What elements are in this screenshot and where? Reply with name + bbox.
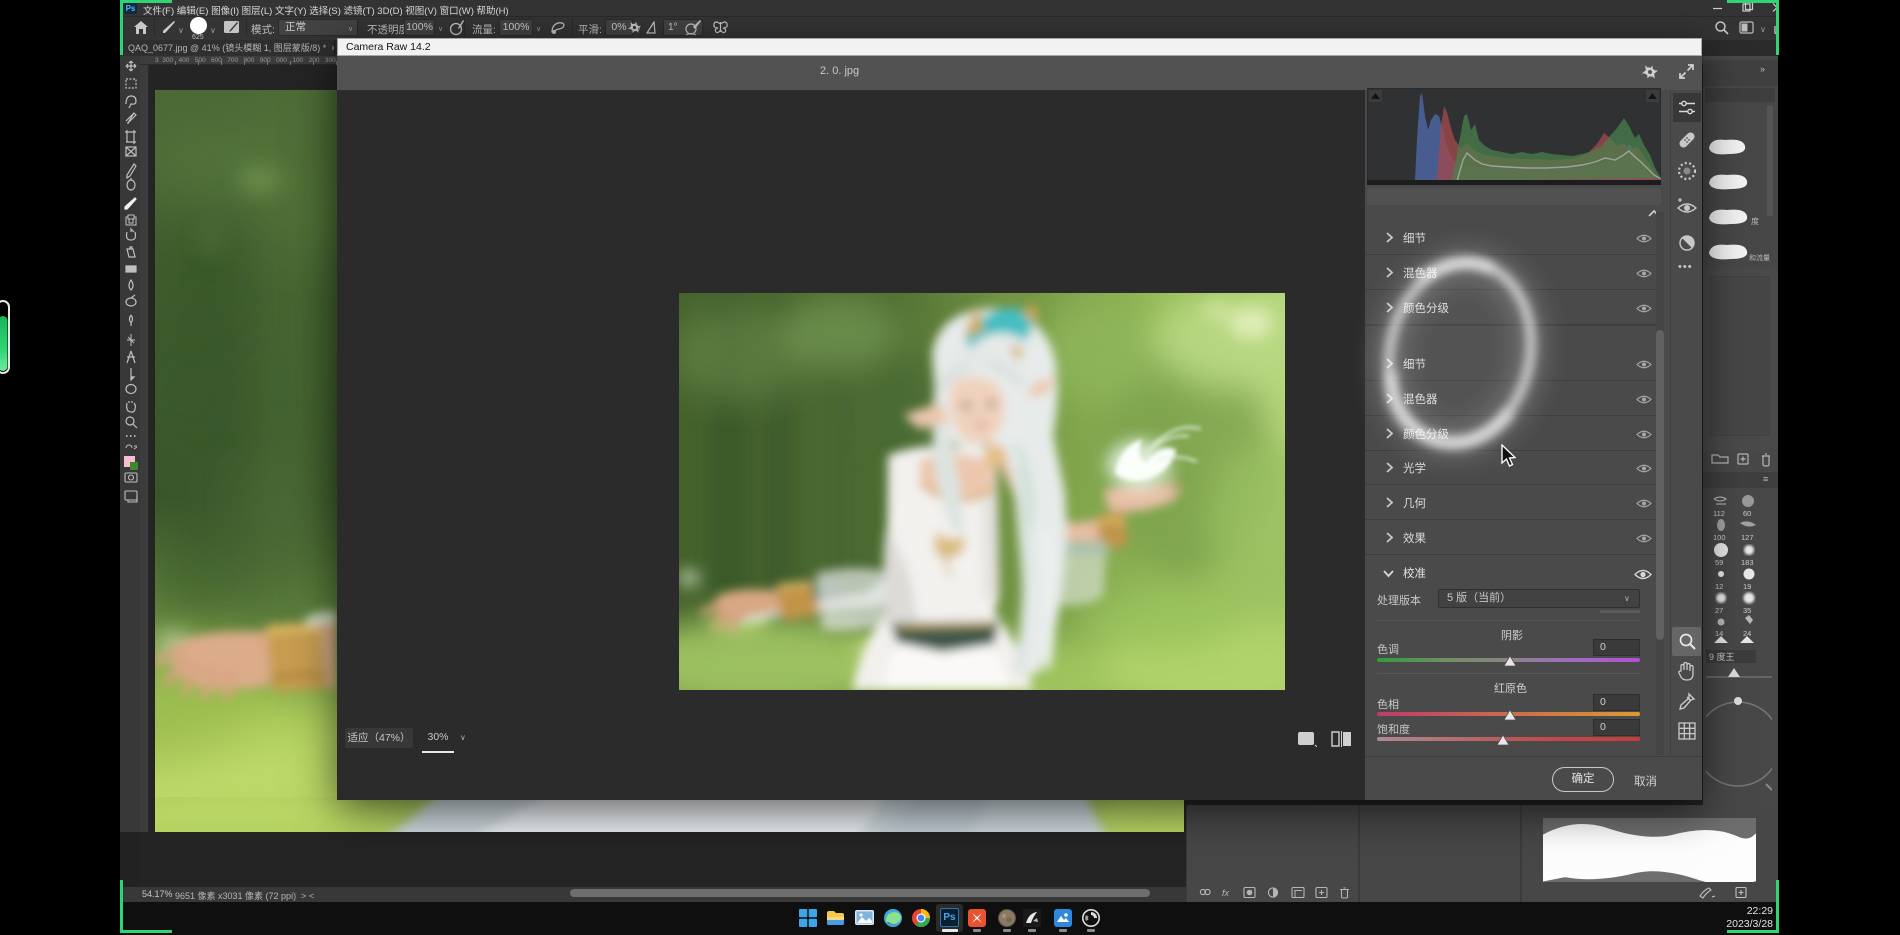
svg-text:27: 27 [1715,606,1723,615]
svg-text:度: 度 [1751,216,1759,226]
svg-text:19: 19 [1743,582,1751,591]
svg-text:127: 127 [1741,533,1754,542]
svg-text:和流量: 和流量 [1749,253,1770,262]
svg-text:35: 35 [1743,606,1751,615]
svg-text:12: 12 [1715,582,1723,591]
svg-text:100: 100 [1713,533,1726,542]
svg-text:14: 14 [1715,629,1723,638]
svg-text:60: 60 [1743,509,1751,518]
svg-text:183: 183 [1741,558,1754,567]
svg-text:59: 59 [1715,558,1723,567]
svg-text:fx: fx [1222,888,1230,898]
svg-text:112: 112 [1713,509,1725,518]
